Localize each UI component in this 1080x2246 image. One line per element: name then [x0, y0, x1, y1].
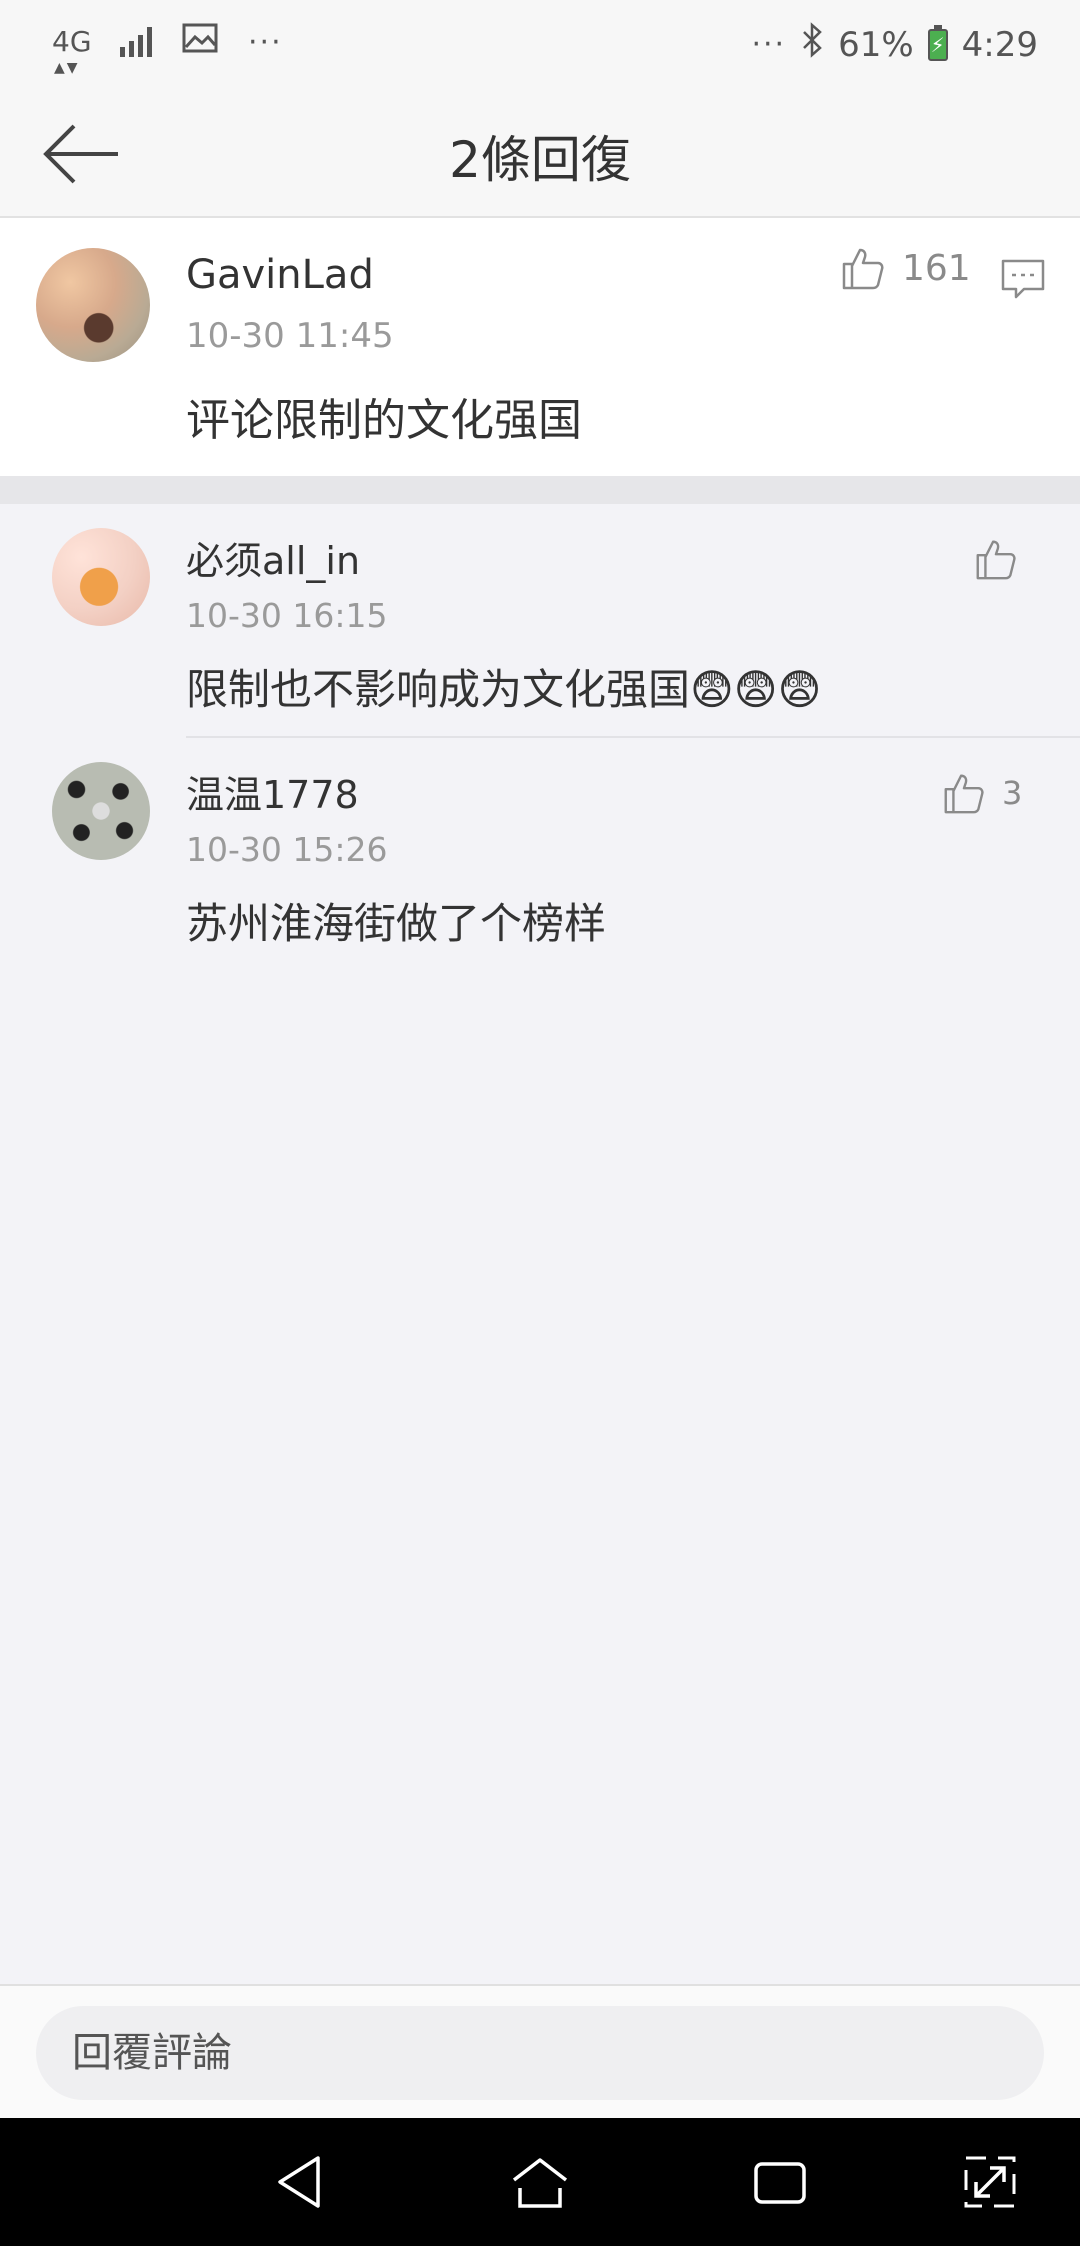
more-status: ··· [751, 27, 787, 62]
main-comment: GavinLad 10-30 11:45 评论限制的文化强国 161 [0, 218, 1080, 476]
comment-text: 限制也不影响成为文化强国😨😨😨 [186, 665, 822, 714]
username[interactable]: 温温1778 [186, 764, 359, 819]
reply-bar: 回覆評論 [0, 1984, 1080, 2118]
nav-home-button[interactable] [510, 2152, 570, 2212]
comment-text: 评论限制的文化强国 [186, 395, 582, 446]
page-title: 2條回復 [449, 131, 631, 189]
thumbs-up-icon [972, 536, 1018, 582]
avatar[interactable] [52, 762, 150, 860]
timestamp: 10-30 16:15 [186, 596, 388, 635]
signal-icon [120, 27, 152, 57]
timestamp: 10-30 11:45 [186, 316, 394, 356]
timestamp: 10-30 15:26 [186, 830, 388, 869]
system-nav-bar [0, 2118, 1080, 2246]
home-icon [510, 2152, 570, 2212]
more-notifications: ··· [248, 24, 283, 60]
like-button[interactable]: 161 [838, 244, 971, 292]
list-item: 温温1778 10-30 15:26 苏州淮海街做了个榜样 3 [0, 738, 1080, 970]
recents-icon [750, 2152, 810, 2212]
like-button[interactable] [972, 536, 1018, 582]
thumbs-up-icon [838, 244, 886, 292]
username[interactable]: 必须all_in [186, 530, 360, 585]
like-count: 3 [1002, 774, 1023, 812]
expand-icon [960, 2152, 1020, 2212]
reply-input[interactable]: 回覆評論 [36, 2006, 1044, 2100]
battery-percent: 61% [838, 24, 914, 65]
like-button[interactable]: 3 [940, 770, 1022, 816]
username[interactable]: GavinLad [186, 252, 374, 298]
bluetooth-icon [800, 22, 824, 67]
nav-back-button[interactable] [270, 2152, 330, 2212]
clock: 4:29 [961, 24, 1038, 65]
battery-icon: ⚡ [927, 24, 948, 61]
list-item: 必须all_in 10-30 16:15 限制也不影响成为文化强国😨😨😨 [0, 504, 1080, 738]
section-separator [0, 476, 1080, 504]
nav-expand-button[interactable] [960, 2152, 1020, 2212]
avatar[interactable] [52, 528, 150, 626]
header: 2條回復 [0, 90, 1080, 218]
image-notification-icon [182, 22, 218, 62]
network-4g-icon: 4G ▲▼ [52, 25, 92, 77]
nav-recents-button[interactable] [750, 2152, 810, 2212]
avatar[interactable] [36, 248, 150, 362]
comment-text: 苏州淮海街做了个榜样 [186, 899, 607, 948]
thumbs-up-icon [940, 770, 986, 816]
triangle-back-icon [270, 2152, 330, 2212]
status-bar: 4G ▲▼ ··· ··· 61% ⚡ 4:29 [0, 0, 1080, 90]
like-count: 161 [902, 247, 971, 289]
comment-bubble-icon[interactable] [1000, 258, 1046, 300]
